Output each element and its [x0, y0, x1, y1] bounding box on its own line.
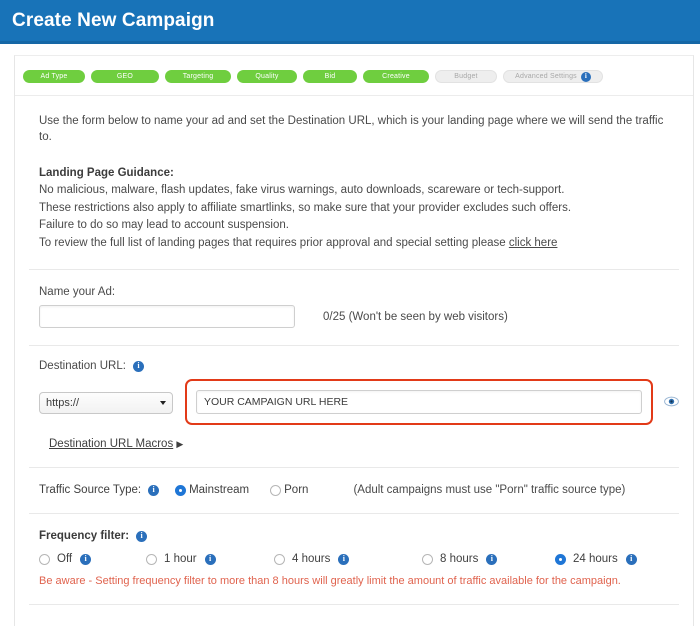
divider-3 [29, 467, 679, 469]
card-wrapper: Ad Type GEO Targeting Quality Bid Creati… [0, 44, 700, 626]
eye-icon [664, 396, 679, 407]
step-label: Targeting [182, 73, 214, 80]
traffic-source-hint: (Adult campaigns must use "Porn" traffic… [353, 484, 626, 497]
radio-label-8-hours: 8 hours [440, 553, 479, 566]
destination-url-macros: Destination URL Macros ▶ [39, 425, 679, 450]
preview-url-button[interactable] [664, 396, 679, 407]
info-icon[interactable]: i [80, 553, 92, 565]
divider-1 [29, 269, 679, 271]
destination-url-macros-link[interactable]: Destination URL Macros [49, 438, 173, 450]
app-header: Create New Campaign [0, 0, 700, 44]
form-content: Use the form below to name your ad and s… [15, 96, 693, 626]
step-label: Creative [382, 73, 410, 80]
radio-label-4-hours: 4 hours [292, 553, 331, 566]
expand-caret-icon[interactable]: ▶ [176, 439, 183, 449]
destination-url-input[interactable] [195, 390, 642, 415]
radio-8-hours[interactable] [422, 553, 433, 565]
guidance-line-1: No malicious, malware, flash updates, fa… [39, 184, 565, 197]
guidance-heading: Landing Page Guidance: [39, 167, 174, 180]
click-here-link[interactable]: click here [509, 237, 558, 249]
radio-label-1-hour: 1 hour [164, 553, 197, 566]
info-icon[interactable]: i [204, 553, 216, 565]
info-icon[interactable]: i [580, 71, 591, 82]
campaign-wizard-page: Create New Campaign Ad Type GEO Targetin… [0, 0, 700, 626]
protocol-value: https:// [46, 397, 80, 410]
protocol-select[interactable]: https:// [39, 392, 173, 415]
step-ad-type[interactable]: Ad Type [23, 70, 85, 83]
step-bid[interactable]: Bid [303, 70, 357, 83]
radio-off[interactable] [39, 553, 50, 565]
wizard-card: Ad Type GEO Targeting Quality Bid Creati… [14, 55, 694, 626]
destination-url-highlight [184, 379, 653, 426]
radio-label-off: Off [57, 553, 73, 566]
guidance-line-4-text: To review the full list of landing pages… [39, 236, 509, 249]
radio-porn[interactable] [270, 484, 282, 496]
step-advanced-settings[interactable]: Advanced Settings i [503, 70, 603, 83]
radio-label-porn: Porn [284, 484, 309, 497]
step-label: Bid [324, 73, 336, 80]
wizard-button-bar: Back Next [29, 605, 679, 626]
frequency-option-1-hour[interactable]: 1 hour i [146, 553, 274, 565]
name-your-ad-block: Name your Ad: 0/25 (Won't be seen by web… [29, 286, 679, 329]
step-label: Budget [454, 73, 478, 80]
info-icon[interactable]: i [338, 553, 350, 565]
destination-url-block: Destination URL: i https:// YOUR CAMPAIG… [29, 360, 679, 450]
radio-label-mainstream: Mainstream [189, 484, 250, 497]
chevron-down-icon [159, 401, 166, 406]
step-targeting[interactable]: Targeting [165, 70, 231, 83]
landing-page-guidance: Landing Page Guidance: No malicious, mal… [29, 145, 679, 252]
radio-4-hours[interactable] [274, 553, 285, 565]
frequency-option-8-hours[interactable]: 8 hours i [422, 553, 555, 565]
traffic-source-label: Traffic Source Type: [39, 484, 142, 497]
frequency-option-off[interactable]: Off i [39, 553, 146, 565]
destination-url-row: https:// [39, 379, 679, 426]
intro-text: Use the form below to name your ad and s… [39, 115, 664, 144]
radio-mainstream[interactable] [175, 484, 187, 496]
name-your-ad-input[interactable] [39, 305, 295, 329]
name-your-ad-counter: 0/25 (Won't be seen by web visitors) [323, 310, 508, 323]
info-icon[interactable]: i [132, 360, 144, 372]
name-your-ad-label: Name your Ad: [39, 286, 116, 299]
step-geo[interactable]: GEO [91, 70, 159, 83]
radio-24-hours[interactable] [555, 553, 566, 565]
destination-url-label-row: Destination URL: i [39, 360, 679, 372]
info-icon[interactable]: i [148, 484, 160, 496]
info-icon[interactable]: i [136, 530, 148, 542]
step-creative[interactable]: Creative [363, 70, 429, 83]
radio-1-hour[interactable] [146, 553, 157, 565]
name-your-ad-row: 0/25 (Won't be seen by web visitors) [39, 305, 679, 329]
step-label: Advanced Settings [515, 73, 577, 80]
info-icon[interactable]: i [625, 553, 637, 565]
step-label: Ad Type [40, 73, 68, 80]
frequency-filter-options: Off i 1 hour i 4 hours i 8 hours i 24 ho… [39, 553, 679, 565]
page-title: Create New Campaign [12, 9, 215, 31]
divider-2 [29, 345, 679, 347]
frequency-filter-title: Frequency filter: i [39, 530, 679, 542]
traffic-source-block: Traffic Source Type: i Mainstream Porn (… [29, 484, 679, 496]
frequency-option-24-hours[interactable]: 24 hours i [555, 553, 637, 565]
traffic-source-row: Traffic Source Type: i Mainstream Porn (… [39, 484, 679, 496]
wizard-step-breadcrumb: Ad Type GEO Targeting Quality Bid Creati… [15, 56, 693, 96]
frequency-filter-warning: Be aware - Setting frequency filter to m… [39, 575, 621, 588]
info-icon[interactable]: i [486, 553, 498, 565]
frequency-filter-label: Frequency filter: [39, 530, 130, 543]
step-label: GEO [116, 73, 134, 80]
step-label: Quality [255, 73, 279, 80]
radio-label-24-hours: 24 hours [573, 553, 618, 566]
guidance-line-3: Failure to do so may lead to account sus… [39, 219, 289, 232]
frequency-option-4-hours[interactable]: 4 hours i [274, 553, 422, 565]
guidance-line-2: These restrictions also apply to affilia… [39, 201, 572, 214]
guidance-line-4: To review the full list of landing pages… [39, 235, 679, 252]
traffic-source-option-porn[interactable]: Porn [270, 484, 308, 496]
frequency-filter-block: Frequency filter: i Off i 1 hour i 4 hou… [29, 530, 679, 587]
step-quality[interactable]: Quality [237, 70, 297, 83]
step-budget[interactable]: Budget [435, 70, 497, 83]
divider-4 [29, 513, 679, 515]
destination-url-label: Destination URL: [39, 360, 126, 373]
traffic-source-option-mainstream[interactable]: Mainstream [175, 484, 249, 496]
